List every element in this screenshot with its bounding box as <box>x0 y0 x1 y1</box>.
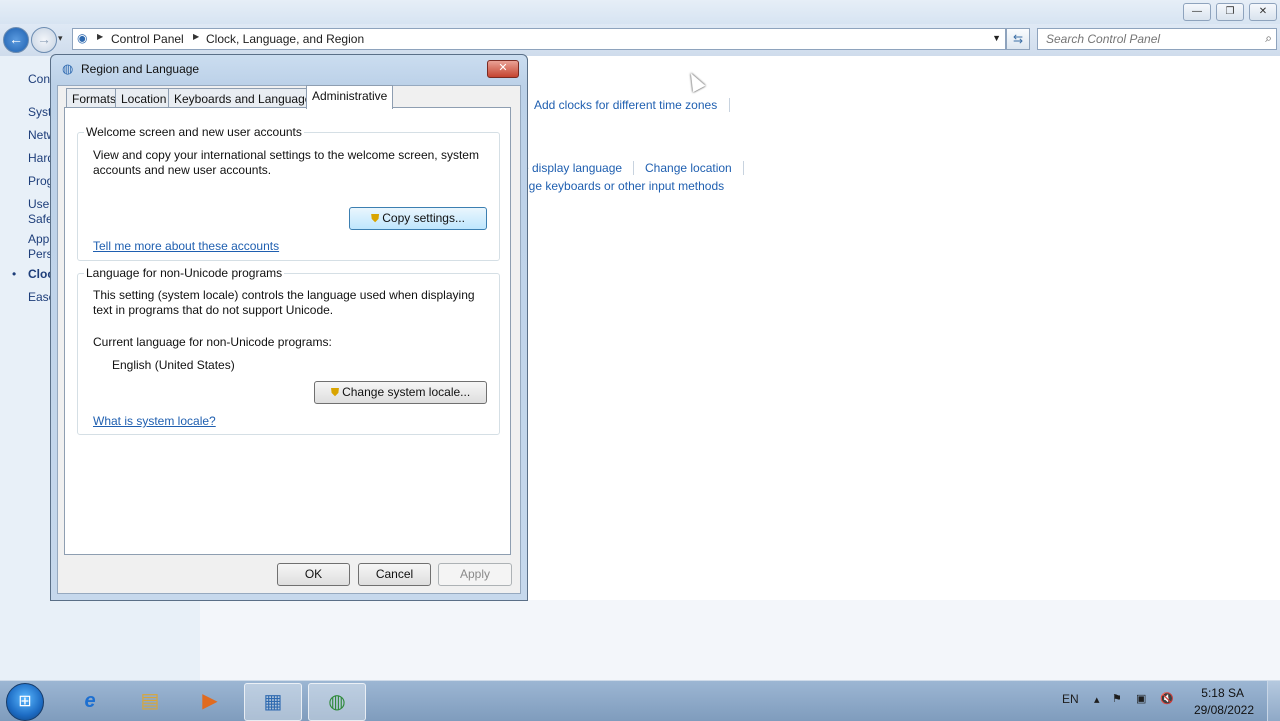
welcome-group-title: Welcome screen and new user accounts <box>84 125 304 139</box>
clock-date[interactable]: 29/08/2022 <box>1194 703 1254 717</box>
search-input[interactable] <box>1044 31 1248 47</box>
internet-explorer-icon[interactable]: e <box>62 683 118 719</box>
minimize-button[interactable]: — <box>1183 3 1211 21</box>
tab-location[interactable]: Location <box>115 88 173 109</box>
current-language-value: English (United States) <box>112 358 235 372</box>
back-button[interactable]: ← <box>3 27 29 53</box>
change-location-link[interactable]: Change location <box>645 161 732 175</box>
dialog-close-button[interactable]: ✕ <box>487 60 519 78</box>
address-bar[interactable]: ◉ ▶ Control Panel ▶ Clock, Language, and… <box>72 28 1006 50</box>
sidebar-item-appearance-line2[interactable]: Pers <box>28 247 53 261</box>
welcome-description-line1: View and copy your international setting… <box>93 148 479 162</box>
ok-button[interactable]: OK <box>277 563 350 586</box>
copy-settings-button[interactable]: ⛊ Copy settings... <box>349 207 487 230</box>
change-keyboards-link[interactable]: nge keyboards or other input methods <box>522 179 724 193</box>
link-separator <box>729 98 730 112</box>
show-hidden-icons-icon[interactable]: ▴ <box>1094 693 1100 706</box>
volume-muted-icon[interactable]: 🔇 <box>1160 692 1174 705</box>
breadcrumb-arrow-icon: ▶ <box>97 32 104 41</box>
dialog-title: Region and Language <box>81 62 200 76</box>
system-tray: EN ▴ ⚑ ▣ 🔇 5:18 SA 29/08/2022 <box>1050 681 1280 721</box>
uac-shield-icon: ⛊ <box>371 213 380 225</box>
forward-button[interactable]: → <box>31 27 57 53</box>
tab-administrative[interactable]: Administrative <box>306 85 394 109</box>
close-button[interactable]: ✕ <box>1249 3 1277 21</box>
refresh-button[interactable]: ⇆ <box>1006 28 1030 50</box>
taskbar: ⊞ e ▤ ▶ ▦ ◍ EN ▴ ⚑ ▣ 🔇 5:18 SA 29/08/202… <box>0 680 1280 721</box>
tab-keyboards-languages[interactable]: Keyboards and Languages <box>168 88 324 109</box>
link-separator <box>633 161 634 175</box>
add-clocks-link[interactable]: Add clocks for different time zones <box>534 98 717 112</box>
media-player-icon[interactable]: ▶ <box>182 683 238 719</box>
action-center-flag-icon[interactable]: ⚑ <box>1112 692 1122 705</box>
uac-shield-icon: ⛊ <box>330 387 340 399</box>
breadcrumb-arrow-icon: ▶ <box>193 32 200 41</box>
cancel-button[interactable]: Cancel <box>358 563 431 586</box>
change-system-locale-button[interactable]: ⛊ Change system locale... <box>314 381 487 404</box>
control-panel-taskbar-icon[interactable]: ▦ <box>244 683 302 721</box>
welcome-description-line2: accounts and new user accounts. <box>93 163 272 177</box>
apply-button[interactable]: Apply <box>438 563 512 586</box>
non-unicode-group-title: Language for non-Unicode programs <box>84 266 285 280</box>
tab-formats[interactable]: Formats <box>66 88 123 109</box>
sidebar-item-appearance[interactable]: App <box>28 232 49 246</box>
search-box[interactable]: ⌕ <box>1037 28 1277 50</box>
administrative-tab-panel: Welcome screen and new user accounts Vie… <box>64 107 511 555</box>
recent-pages-dropdown[interactable]: ▾ <box>58 33 63 44</box>
show-desktop-button[interactable] <box>1267 681 1280 721</box>
file-explorer-icon[interactable]: ▤ <box>122 683 178 719</box>
sidebar-item-system[interactable]: Syst <box>28 105 51 119</box>
sidebar-item-user-accounts-line2[interactable]: Safe <box>28 212 53 226</box>
display-language-link[interactable]: e display language <box>522 161 622 175</box>
search-icon[interactable]: ⌕ <box>1265 31 1272 46</box>
clock-time[interactable]: 5:18 SA <box>1201 686 1244 700</box>
non-unicode-description-line2: text in programs that do not support Uni… <box>93 303 334 317</box>
sidebar-item-control-panel-home[interactable]: Con <box>28 72 50 86</box>
globe-icon: ◍ <box>62 61 74 76</box>
control-panel-icon: ◉ <box>77 31 88 45</box>
current-item-bullet-icon: • <box>12 267 17 281</box>
address-dropdown-icon[interactable]: ▼ <box>992 33 1001 43</box>
input-language-indicator[interactable]: EN <box>1062 692 1079 706</box>
maximize-button[interactable]: ❐ <box>1216 3 1244 21</box>
what-is-system-locale-link[interactable]: What is system locale? <box>93 414 216 428</box>
breadcrumb-control-panel[interactable]: Control Panel <box>111 32 184 46</box>
non-unicode-description-line1: This setting (system locale) controls th… <box>93 288 475 302</box>
content-footer-area <box>200 600 1280 680</box>
link-separator <box>743 161 744 175</box>
window-titlebar: — ❐ ✕ <box>0 0 1280 24</box>
current-language-label: Current language for non-Unicode program… <box>93 335 332 349</box>
network-icon[interactable]: ▣ <box>1136 692 1146 705</box>
start-button[interactable]: ⊞ <box>6 683 44 721</box>
region-language-taskbar-icon[interactable]: ◍ <box>308 683 366 721</box>
breadcrumb-clock-language-region[interactable]: Clock, Language, and Region <box>206 32 364 46</box>
tell-me-more-link[interactable]: Tell me more about these accounts <box>93 239 279 253</box>
